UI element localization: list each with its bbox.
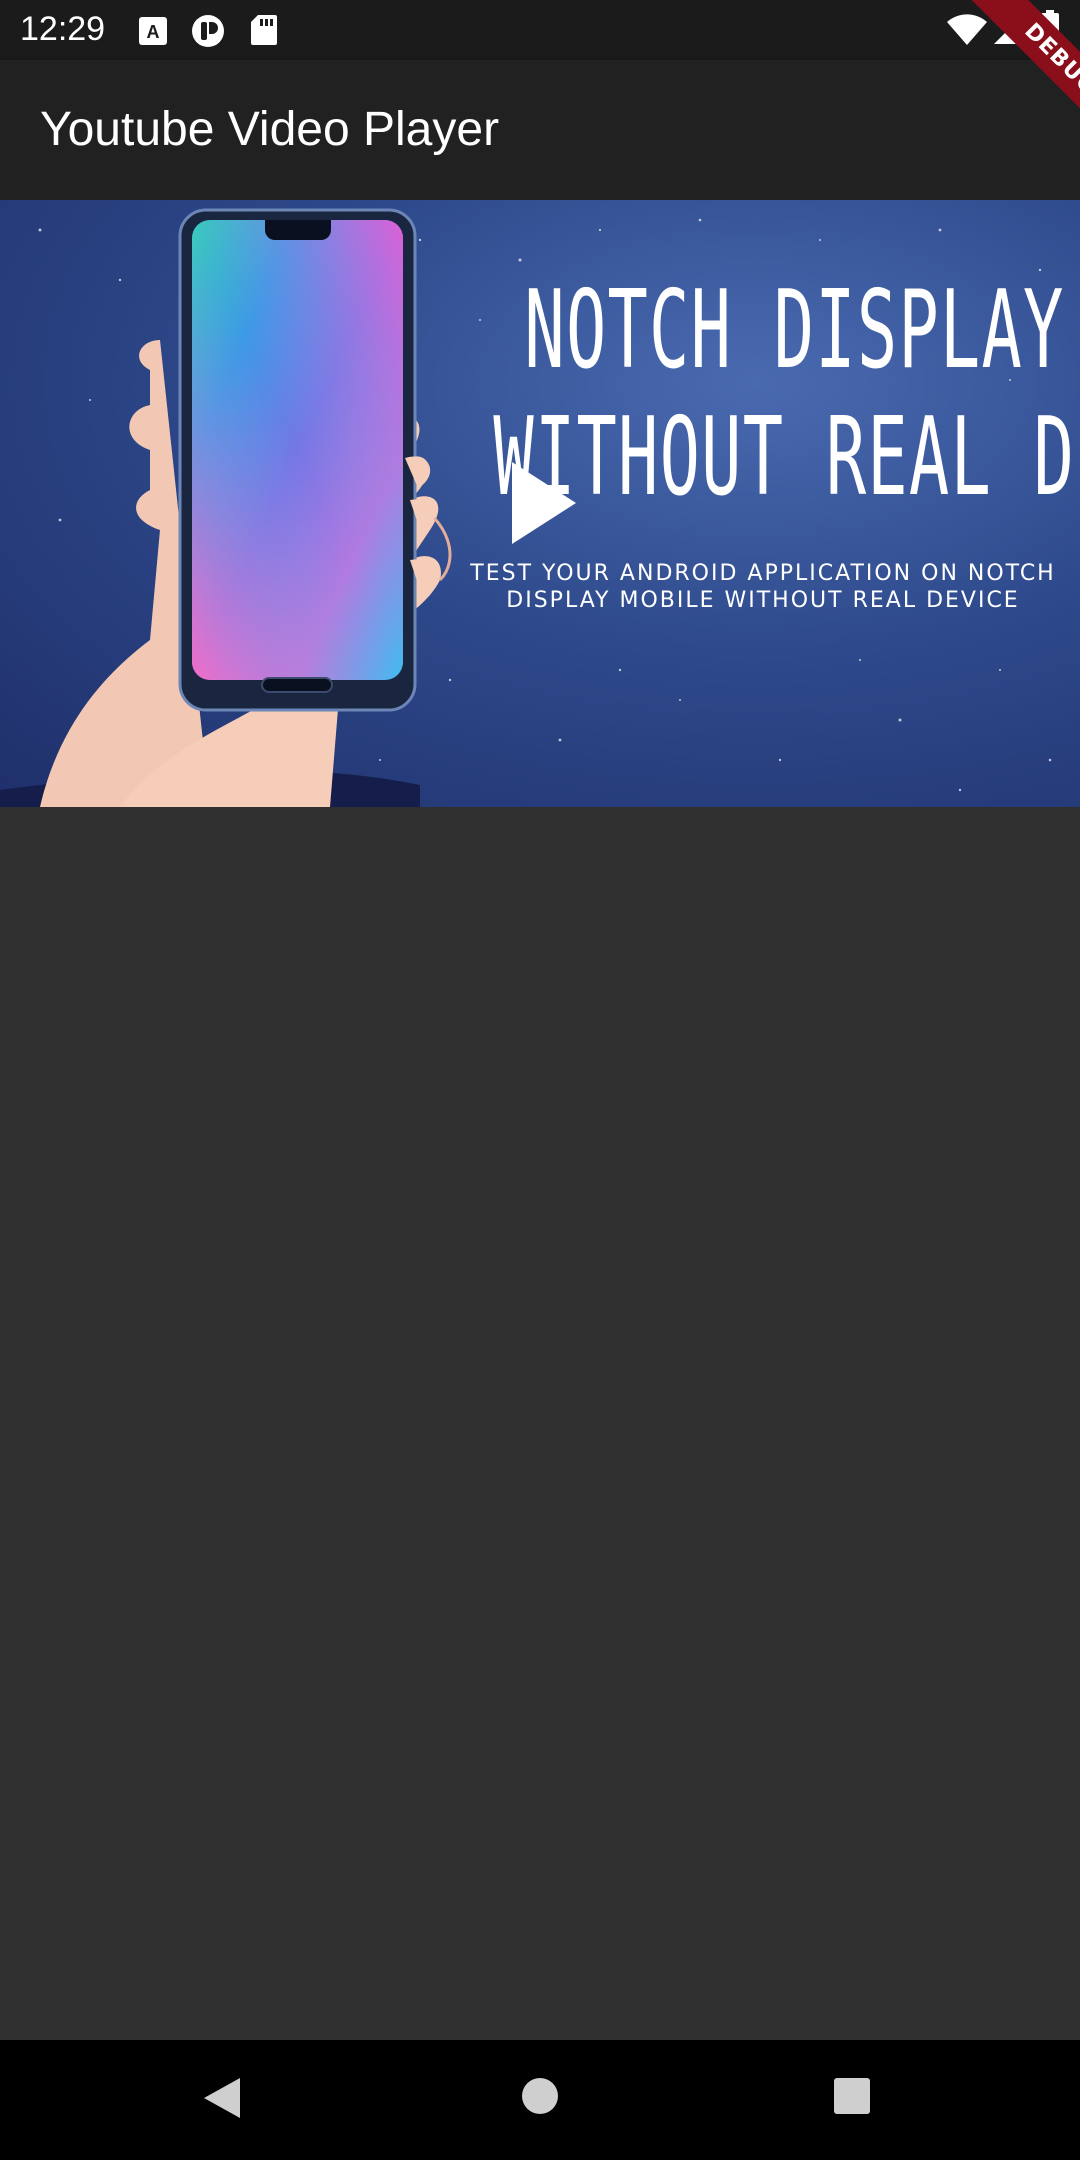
app-bar: Youtube Video Player — [0, 60, 1080, 200]
phone-in-hand-image — [40, 208, 452, 807]
home-icon[interactable] — [520, 2076, 560, 2121]
status-time: 12:29 — [20, 10, 106, 48]
signal-icon — [992, 14, 1024, 51]
page-title: Youtube Video Player — [40, 103, 500, 156]
thumbnail-subtitle-line1: TEST YOUR ANDROID APPLICATION ON NOTCH — [470, 561, 1056, 586]
system-nav-bar — [0, 2040, 1080, 2160]
thumbnail-subtitle-line2: DISPLAY MOBILE WITHOUT REAL DEVICE — [506, 588, 1020, 613]
svg-text:A: A — [147, 22, 160, 42]
play-icon[interactable] — [508, 458, 580, 553]
back-icon[interactable] — [202, 2076, 242, 2125]
a-box-icon: A — [138, 16, 168, 51]
video-player[interactable]: NOTCH DISPLAY WITHOUT REAL DEVICE TEST Y… — [0, 200, 1080, 807]
battery-icon — [1040, 10, 1060, 53]
wifi-icon — [946, 14, 988, 51]
recents-icon[interactable] — [832, 2076, 872, 2121]
pocket-icon — [190, 14, 226, 53]
thumbnail-title-line1: NOTCH DISPLAY — [524, 268, 1065, 393]
status-bar: 12:29 A — [0, 0, 1080, 60]
sd-card-icon — [250, 14, 278, 51]
